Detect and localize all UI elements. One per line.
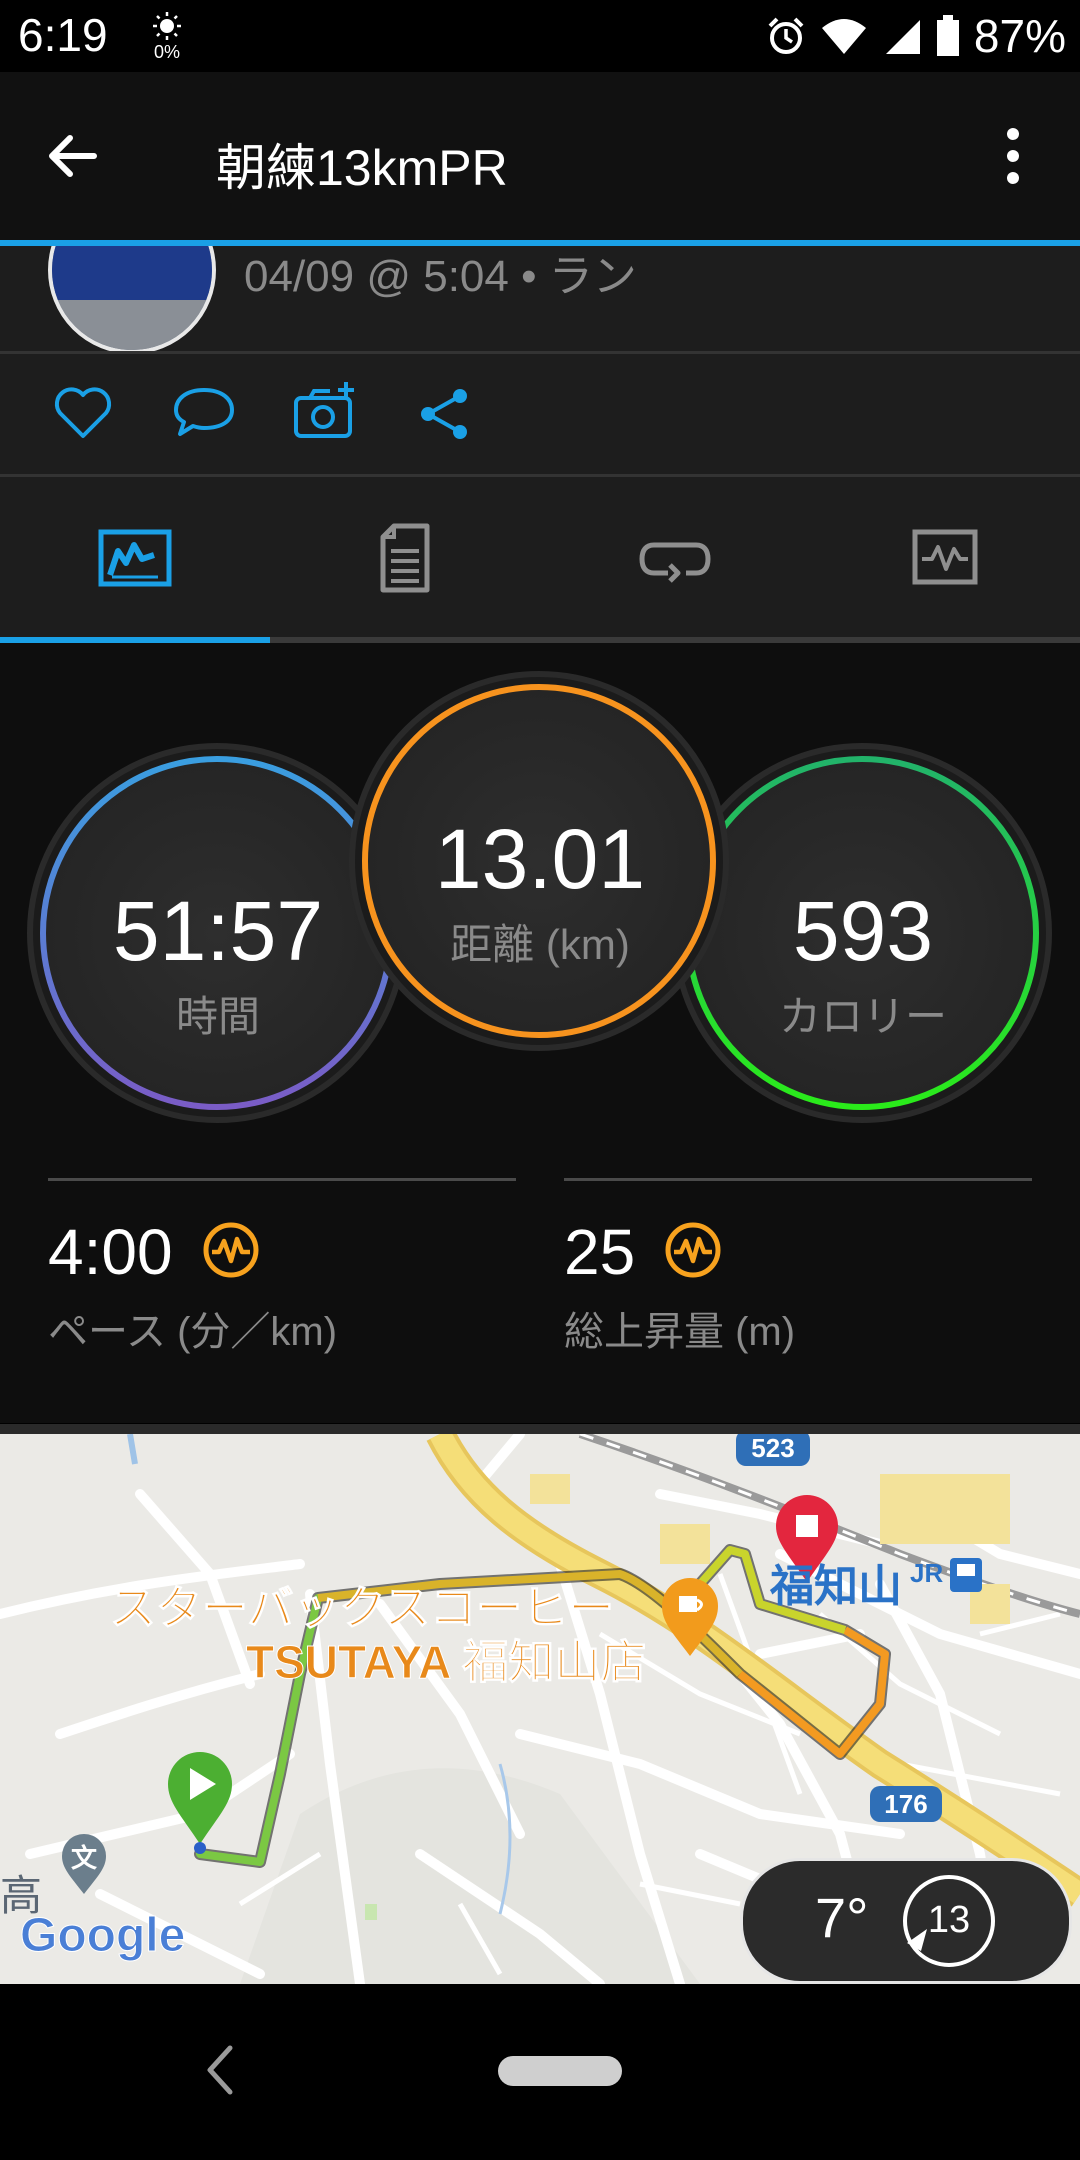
share-button[interactable] <box>416 386 472 446</box>
status-bar: 6:19 0% 87% <box>0 0 1080 72</box>
tab-details[interactable] <box>270 477 540 637</box>
activity-meta: 04/09 @ 5:04 • ラン <box>244 252 637 301</box>
overview-tab-icon <box>98 529 172 587</box>
pace-label: ペース (分／km) <box>48 1310 338 1354</box>
google-logo: Google <box>19 1909 186 1963</box>
brightness-icon <box>153 12 181 40</box>
poi-label-line2[interactable]: TSUTAYA 福知山店 <box>245 1626 646 1692</box>
action-bar <box>0 354 1080 474</box>
battery-icon <box>936 15 959 56</box>
tab-laps[interactable] <box>540 477 810 637</box>
divider <box>48 1178 516 1181</box>
signal-icon <box>885 20 920 54</box>
status-time: 6:19 <box>18 9 108 61</box>
tab-charts[interactable] <box>810 477 1080 637</box>
distance-value: 13.01 <box>434 812 646 906</box>
share-icon <box>421 389 467 439</box>
school-label: 文 <box>70 1843 97 1873</box>
calories-value: 593 <box>792 884 934 978</box>
ascent-label: 総上昇量 (m) <box>564 1310 796 1354</box>
time-label: 時間 <box>175 993 260 1040</box>
weather-temperature: 7° <box>815 1886 869 1949</box>
distance-label: 距離 (km) <box>450 921 630 968</box>
like-button[interactable] <box>52 384 114 444</box>
comment-icon <box>174 388 234 436</box>
route-176-label: 176 <box>884 1789 928 1819</box>
system-nav-bar <box>0 1984 1080 2160</box>
ascent-value: 25 <box>564 1216 636 1288</box>
back-arrow-icon <box>49 135 97 177</box>
ascent-activity-icon <box>665 1222 721 1278</box>
calories-label: カロリー <box>778 993 947 1040</box>
avatar[interactable] <box>48 246 216 352</box>
wind-speed: 13 <box>927 1899 971 1941</box>
battery-percent: 87% <box>973 10 1066 62</box>
more-button[interactable] <box>990 124 1040 188</box>
divider <box>564 1178 1032 1181</box>
pace-activity-icon <box>203 1222 259 1278</box>
add-photo-button[interactable] <box>292 380 358 446</box>
brightness-percent: 0% <box>153 42 180 62</box>
comment-button[interactable] <box>172 384 236 444</box>
route-523-label: 523 <box>751 1434 795 1463</box>
laps-tab-icon <box>639 542 711 583</box>
jr-label: JR <box>910 1558 944 1588</box>
pace-value: 4:00 <box>48 1216 173 1288</box>
tab-bar <box>0 477 1080 637</box>
tab-overview[interactable] <box>0 477 270 637</box>
page-title: 朝練13kmPR <box>216 140 508 196</box>
nav-back-icon[interactable] <box>202 2042 238 2098</box>
map-separator <box>0 1424 1080 1434</box>
add-photo-icon <box>294 382 354 438</box>
route-map[interactable]: 523 176 スターバックスコーヒー TSUTAYA 福知山店 福知山 JR … <box>0 1434 1080 1984</box>
station-label[interactable]: 福知山 <box>770 1550 902 1614</box>
details-tab-icon <box>380 523 430 593</box>
app-bar <box>0 72 1080 240</box>
wifi-icon <box>821 19 866 54</box>
status-icons: 87% <box>766 8 1066 64</box>
charts-tab-icon <box>912 529 978 585</box>
back-button[interactable] <box>40 124 128 188</box>
time-value: 51:57 <box>112 884 324 978</box>
heart-icon <box>54 387 112 438</box>
more-vert-icon <box>1007 128 1019 184</box>
weather-widget[interactable]: 7° 13 <box>740 1858 1072 1984</box>
home-pill-button[interactable] <box>498 2056 622 2086</box>
stats-panel: 51:57 時間 13.01 距離 (km) 593 カロリー 4:00 ペース… <box>0 643 1080 1423</box>
alarm-icon <box>768 17 804 54</box>
brightness-indicator: 0% <box>150 12 184 64</box>
